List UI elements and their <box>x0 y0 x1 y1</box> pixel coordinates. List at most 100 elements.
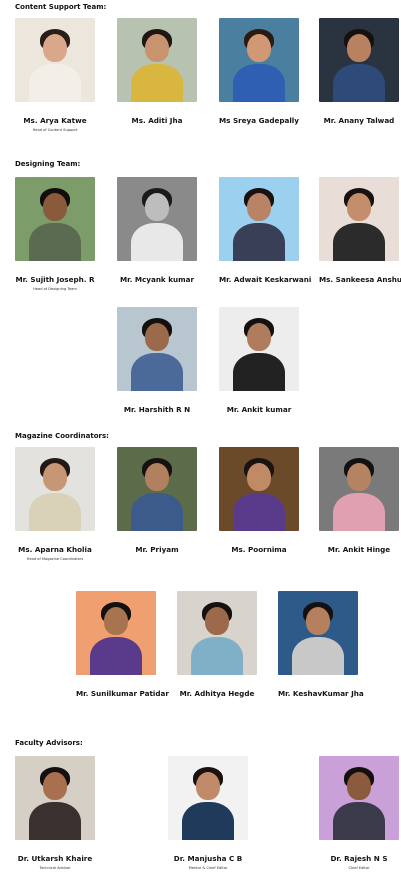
member-photo <box>15 447 95 531</box>
member-name: Mr. Ankit Hinge <box>327 545 391 554</box>
member-photo <box>219 447 299 531</box>
member-card-mr-ankit-kumar: Mr. Ankit kumar <box>219 307 299 414</box>
member-name: Mr. Adhitya Hegde <box>179 689 255 698</box>
portrait-body <box>131 223 183 261</box>
member-photo <box>219 177 299 261</box>
member-photo <box>177 591 257 675</box>
portrait-body <box>29 223 81 261</box>
member-name: Mr. Harshith R N <box>123 405 191 414</box>
member-card-dr-rajesh-n-s: Dr. Rajesh N S Chief Editor <box>319 756 399 870</box>
portrait-body <box>131 353 183 391</box>
member-role: Technical Advisor <box>39 866 71 870</box>
member-photo <box>15 18 95 102</box>
portrait-head <box>205 607 229 635</box>
portrait-body <box>131 64 183 102</box>
member-card-mr-sunilkumar-patidar: Mr. Sunilkumar Patidar <box>76 591 169 698</box>
portrait-body <box>333 802 385 840</box>
portrait-head <box>347 463 371 491</box>
member-name: Dr. Manjusha C B <box>173 854 243 863</box>
portrait-head <box>306 607 330 635</box>
member-card-mr-anany-talwad: Mr. Anany Talwad <box>319 18 399 125</box>
member-name: Mr. Priyam <box>135 545 179 554</box>
portrait-head <box>104 607 128 635</box>
portrait-body <box>90 637 142 675</box>
portrait-head <box>247 323 271 351</box>
member-card-ms-poornima: Ms. Poornima <box>219 447 299 554</box>
member-card-ms-sreya-gadepally: Ms Sreya Gadepally <box>219 18 299 125</box>
portrait-head <box>347 193 371 221</box>
portrait-head <box>43 463 67 491</box>
member-name: Mr. Sunilkumar Patidar <box>76 689 169 698</box>
portrait-head <box>347 772 371 800</box>
portrait-body <box>191 637 243 675</box>
member-card-mr-ankit-hinge: Mr. Ankit Hinge <box>319 447 399 554</box>
member-name: Ms. Poornima <box>231 545 287 554</box>
portrait-head <box>347 34 371 62</box>
portrait-body <box>333 223 385 261</box>
member-card-mr-sujith-joseph-r: Mr. Sujith Joseph. R Head of Designing Te… <box>15 177 95 291</box>
member-name: Mr. Anany Talwad <box>323 116 395 125</box>
portrait-head <box>145 193 169 221</box>
member-photo <box>319 756 399 840</box>
portrait-body <box>29 802 81 840</box>
portrait-head <box>43 772 67 800</box>
member-name: Ms. Sankeesa Anshu <box>319 275 401 284</box>
member-photo <box>76 591 156 675</box>
member-card-ms-aparna-kholia: Ms. Aparna Kholia Head of Magazine Coordi… <box>15 447 95 561</box>
portrait-body <box>292 637 344 675</box>
faculty-advisors-title: Faculty Advisors: <box>15 739 83 747</box>
member-card-mr-mcyank-kumar: Mr. Mcyank kumar <box>117 177 197 284</box>
member-card-mr-keshavkumar-jha: Mr. KeshavKumar Jha <box>278 591 364 698</box>
portrait-head <box>247 193 271 221</box>
portrait-head <box>145 34 169 62</box>
portrait-body <box>333 493 385 531</box>
portrait-body <box>29 64 81 102</box>
member-photo <box>117 18 197 102</box>
member-card-ms-aditi-jha: Ms. Aditi Jha <box>117 18 197 125</box>
member-photo <box>219 307 299 391</box>
member-photo <box>117 177 197 261</box>
member-role: Chief Editor <box>348 866 370 870</box>
member-name: Mr. Mcyank kumar <box>119 275 195 284</box>
portrait-body <box>233 223 285 261</box>
member-card-dr-manjusha-c-b: Dr. Manjusha C B Mentor & Chief Editor <box>168 756 248 870</box>
member-photo <box>319 177 399 261</box>
portrait-head <box>247 34 271 62</box>
member-card-mr-adhitya-hegde: Mr. Adhitya Hegde <box>177 591 257 698</box>
member-photo <box>15 177 95 261</box>
magazine-coordinators-title: Magazine Coordinators: <box>15 432 109 440</box>
portrait-body <box>29 493 81 531</box>
member-card-mr-harshith-r-n: Mr. Harshith R N <box>117 307 197 414</box>
portrait-body <box>131 493 183 531</box>
member-role: Head of Magazine Coordinators <box>26 557 84 561</box>
member-name: Mr. Adwait Keskarwani <box>219 275 312 284</box>
member-role: Mentor & Chief Editor <box>188 866 228 870</box>
member-name: Mr. KeshavKumar Jha <box>278 689 364 698</box>
member-name: Mr. Sujith Joseph. R <box>15 275 95 284</box>
member-name: Dr. Rajesh N S <box>330 854 388 863</box>
member-card-mr-adwait-keskarwani: Mr. Adwait Keskarwani <box>219 177 312 284</box>
portrait-head <box>145 463 169 491</box>
member-photo <box>117 447 197 531</box>
portrait-body <box>233 353 285 391</box>
member-name: Ms. Arya Katwe <box>23 116 87 125</box>
portrait-body <box>333 64 385 102</box>
portrait-body <box>182 802 234 840</box>
member-photo <box>168 756 248 840</box>
member-photo <box>319 18 399 102</box>
member-photo <box>117 307 197 391</box>
member-photo <box>319 447 399 531</box>
member-role: Head of Designing Team <box>33 287 77 291</box>
portrait-head <box>43 193 67 221</box>
member-name: Ms. Aditi Jha <box>131 116 183 125</box>
member-role: Head of Content Support <box>32 128 78 132</box>
member-photo <box>219 18 299 102</box>
member-name: Mr. Ankit kumar <box>226 405 292 414</box>
member-card-ms-sankeesa-anshu: Ms. Sankeesa Anshu <box>319 177 401 284</box>
portrait-head <box>247 463 271 491</box>
portrait-body <box>233 64 285 102</box>
portrait-head <box>43 34 67 62</box>
portrait-head <box>196 772 220 800</box>
member-name: Ms Sreya Gadepally <box>219 116 299 125</box>
member-card-dr-utkarsh-khaire: Dr. Utkarsh Khaire Technical Advisor <box>15 756 95 870</box>
